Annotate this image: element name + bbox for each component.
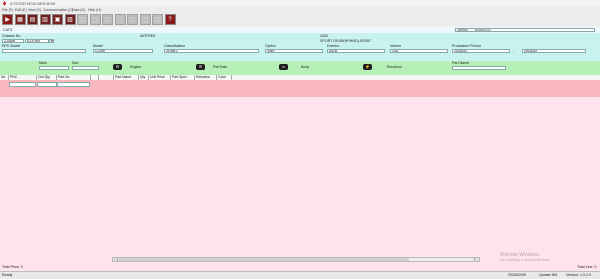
app-logo-icon [3,1,6,6]
epc-model-label: EPC Model [2,44,21,48]
exterior-label: Exterior [327,44,340,48]
region-date: 2025/01/17 [474,28,492,32]
open-button[interactable]: ▦ [14,14,26,25]
classification-field[interactable]: XRME2 [164,49,259,53]
total-price-text: Total Price: 0 [2,265,23,269]
electrical-icon[interactable]: ⚡ [363,64,372,70]
toolbar: ▶ ▦ ▤ ▥ ▣ ▧ ▢ ▢ ▢ ▢ ▢ ▢ ▢? [0,13,600,28]
exit-button[interactable]: ▶ [2,14,13,25]
scroll-right-icon[interactable] [474,258,479,261]
status-text: Ready [2,273,13,277]
option-label: Option [265,44,276,48]
sub-group-label: Sub [72,61,79,65]
electrical-button[interactable]: Electrical [387,65,402,69]
total-line-text: Total Line: 0 [577,265,597,269]
scroll-left-icon[interactable] [113,258,118,261]
status-version: Version: 1.0.2.0 [566,273,591,277]
model-name-text: AIRTREK [140,34,156,38]
sub-group-field[interactable] [72,66,99,70]
menu-file[interactable]: File (F) [2,8,13,12]
tool9-button[interactable]: ▢ [102,14,113,25]
model-description-text: SPORT GEAR(HPW4D),SEPAT [320,39,372,43]
search-button[interactable]: ▣ [52,14,63,25]
tool12-button[interactable]: ▢ [139,14,151,25]
table-row[interactable] [0,80,600,98]
region-date-field: JAPAN 2025/01/17 [455,28,595,32]
classification-label: Classification [164,44,186,48]
tool7-button[interactable]: ▢ [77,14,88,25]
interior-field[interactable]: 14D [390,49,448,53]
option-field[interactable]: SW8 [265,49,323,53]
status-update: Update NM [539,273,558,277]
engine-button[interactable]: Engine [130,65,141,69]
epc-model-field[interactable] [2,49,86,53]
exterior-field[interactable]: A42A [327,49,385,53]
model-year-text: 2400 [320,34,328,38]
period-from-field[interactable]: 2003032 [452,49,510,53]
chassis-number-field[interactable]: EZX 900 [25,39,49,43]
tool13-button[interactable]: ▢ [152,14,163,25]
part-no-input[interactable] [57,82,90,87]
totals-bar: Total Price: 0 Total Line: 0 [0,262,600,271]
context-label: CATS [3,28,13,32]
part-name-field[interactable] [452,66,506,70]
menu-help[interactable]: Help (H) [88,8,101,12]
scroll-thumb[interactable] [119,258,409,261]
model-label: Model [93,44,103,48]
menu-data[interactable]: Data (D) [72,8,85,12]
vehicle-info-panel: Chassis No Z14AW EZX 900 ▾ AIRTREK 2400 … [0,33,600,62]
chassis-label: Chassis No [2,34,21,38]
menu-view[interactable]: View (V) [28,8,41,12]
ord-qty-input[interactable] [37,82,57,87]
menu-communication[interactable]: Communication (C) [43,8,73,12]
tool11-button[interactable]: ▢ [127,14,138,25]
body-button[interactable]: Body [301,65,309,69]
body-icon[interactable]: ▭ [279,64,288,70]
part-name-label: Part Name [452,61,470,65]
menu-edit[interactable]: Edit (E) [15,8,27,12]
help-button[interactable]: ? [164,14,176,25]
status-date: 2025/02/09 [508,273,526,277]
production-period-label: Production Period [452,44,481,48]
window-title: A 'DSGR.MOA.BEN.BOB [10,1,55,6]
powertrain-icon[interactable]: ⚙ [196,64,205,70]
engine-icon[interactable]: ⚙ [113,64,122,70]
pnc-input[interactable] [9,82,36,87]
main-group-label: Main [39,61,47,65]
catalog-button[interactable]: ▤ [27,14,38,25]
main-group-field[interactable] [39,66,69,70]
interior-label: Interior [390,44,402,48]
model-field[interactable]: CU4W [93,49,153,53]
period-separator: - [513,49,515,53]
activation-watermark: Activate Windows Go to Settings to activ… [500,252,550,262]
print-button[interactable]: ▥ [39,14,51,25]
tool10-button[interactable]: ▢ [114,14,126,25]
period-to-field[interactable]: 2003032 [522,49,586,53]
list-button[interactable]: ▧ [64,14,76,25]
powertrain-button[interactable]: PwrTrain [213,65,227,69]
group-bar: Main Sub ⚙ Engine ⚙ PwrTrain ▭ Body ⚡ El… [0,61,600,76]
parts-grid-area[interactable] [0,97,600,257]
title-bar: A 'DSGR.MOA.BEN.BOB [0,0,600,7]
tool8-button[interactable]: ▢ [89,14,101,25]
chassis-prefix-field[interactable]: Z14AW [2,39,24,43]
chassis-dropdown-icon[interactable]: ▾ [49,39,54,43]
region-text: JAPAN [457,28,468,32]
